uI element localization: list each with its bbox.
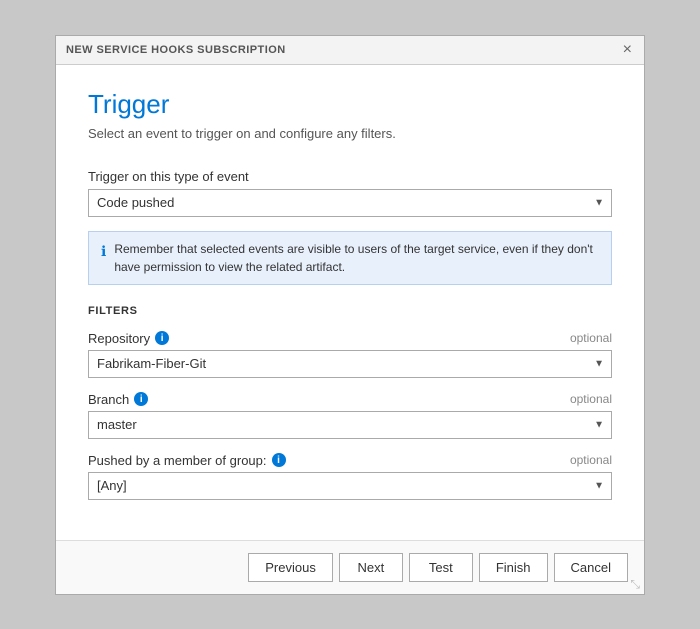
next-button[interactable]: Next [339, 553, 403, 582]
trigger-type-select[interactable]: Code pushed Code checked in Build comple… [88, 189, 612, 217]
repository-select[interactable]: Fabrikam-Fiber-Git [Any] [88, 350, 612, 378]
trigger-type-select-wrapper: Code pushed Code checked in Build comple… [88, 189, 612, 217]
previous-button[interactable]: Previous [248, 553, 333, 582]
repository-filter-row: Repository i optional Fabrikam-Fiber-Git… [88, 331, 612, 378]
dialog-title: NEW SERVICE HOOKS SUBSCRIPTION [66, 44, 286, 56]
pushed-by-label-left: Pushed by a member of group: i [88, 453, 286, 468]
repository-select-wrapper: Fabrikam-Fiber-Git [Any] ▼ [88, 350, 612, 378]
info-message: Remember that selected events are visibl… [114, 240, 599, 276]
dialog: NEW SERVICE HOOKS SUBSCRIPTION × Trigger… [55, 35, 645, 595]
filters-section-header: FILTERS [88, 305, 612, 317]
pushed-by-select[interactable]: [Any] Contributors Readers [88, 472, 612, 500]
branch-label-left: Branch i [88, 392, 148, 407]
dialog-body: Trigger Select an event to trigger on an… [56, 65, 644, 540]
pushed-by-info-icon[interactable]: i [272, 453, 286, 467]
repository-label-row: Repository i optional [88, 331, 612, 346]
repository-label: Repository [88, 331, 150, 346]
page-subtitle: Select an event to trigger on and config… [88, 126, 612, 141]
branch-label: Branch [88, 392, 129, 407]
pushed-by-select-wrapper: [Any] Contributors Readers ▼ [88, 472, 612, 500]
dialog-titlebar: NEW SERVICE HOOKS SUBSCRIPTION × [56, 36, 644, 65]
cancel-button[interactable]: Cancel [554, 553, 628, 582]
finish-button[interactable]: Finish [479, 553, 548, 582]
trigger-type-label: Trigger on this type of event [88, 169, 612, 184]
branch-info-icon[interactable]: i [134, 392, 148, 406]
pushed-by-optional-label: optional [570, 453, 612, 467]
info-box: ℹ Remember that selected events are visi… [88, 231, 612, 285]
test-button[interactable]: Test [409, 553, 473, 582]
repository-info-icon[interactable]: i [155, 331, 169, 345]
page-heading: Trigger [88, 89, 612, 120]
trigger-type-field: Trigger on this type of event Code pushe… [88, 169, 612, 217]
close-button[interactable]: × [621, 42, 634, 58]
pushed-by-filter-row: Pushed by a member of group: i optional … [88, 453, 612, 500]
branch-select[interactable]: master [Any] [88, 411, 612, 439]
repository-label-left: Repository i [88, 331, 169, 346]
pushed-by-label: Pushed by a member of group: [88, 453, 267, 468]
branch-filter-row: Branch i optional master [Any] ▼ [88, 392, 612, 439]
branch-select-wrapper: master [Any] ▼ [88, 411, 612, 439]
pushed-by-label-row: Pushed by a member of group: i optional [88, 453, 612, 468]
dialog-footer: Previous Next Test Finish Cancel [56, 540, 644, 594]
resize-handle[interactable]: ⤡ [630, 577, 640, 592]
branch-optional-label: optional [570, 392, 612, 406]
repository-optional-label: optional [570, 331, 612, 345]
branch-label-row: Branch i optional [88, 392, 612, 407]
info-icon: ℹ [101, 241, 106, 262]
